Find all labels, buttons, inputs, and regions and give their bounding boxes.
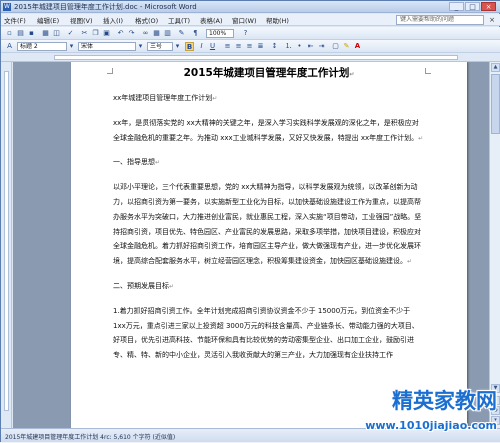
paragraph: xx年，是贯彻落实党的 xx大精神的关键之年，是深入学习实践科学发展观的深化之年…	[113, 116, 425, 147]
show-hide-icon[interactable]: ¶	[191, 29, 200, 38]
heading-text: 二、预期发展目标	[113, 281, 169, 290]
document-title-text: 2015年城建项目管理年度工作计划	[183, 67, 350, 79]
help-search-input[interactable]: 键入需要帮助的问题	[396, 15, 484, 25]
word-app-icon: W	[3, 3, 11, 11]
table-icon[interactable]: ▦	[152, 29, 161, 38]
vertical-scrollbar[interactable]: ▲ ▼ ▴ ● ▾	[489, 62, 500, 428]
menu-window[interactable]: 窗口(W)	[232, 15, 257, 25]
new-document-icon[interactable]: ▫	[5, 29, 14, 38]
close-button[interactable]: ×	[481, 2, 496, 11]
paragraph-mark-icon: ↵	[407, 258, 413, 266]
bullets-icon[interactable]: •	[295, 42, 304, 51]
watermark-logo: 精英家教网 www.1010jiajiao.com	[359, 385, 500, 443]
paragraph-mark-icon: ↵	[212, 95, 218, 102]
menu-view[interactable]: 视图(V)	[70, 15, 93, 25]
border-icon[interactable]: ▢	[331, 42, 340, 51]
margin-mark-right	[425, 68, 431, 74]
status-text: 2015年城建项目管理年度工作计划 4rc: 5,610 个字符 (近似值)	[5, 434, 176, 441]
align-left-icon[interactable]: ≡	[223, 42, 232, 51]
italic-button[interactable]: I	[197, 42, 206, 51]
paragraph-text: 1.着力抓好招商引资工作。全年计划完成招商引资协议资金不少于 15000万元，到…	[113, 306, 419, 360]
paragraph-mark-icon: ↵	[418, 134, 424, 142]
underline-button[interactable]: U	[208, 42, 217, 51]
title-bar: W 2015年城建项目管理年度工作计划.doc - Microsoft Word…	[1, 1, 500, 13]
vertical-ruler[interactable]	[4, 71, 9, 411]
bold-button[interactable]: B	[185, 42, 194, 51]
align-center-icon[interactable]: ≡	[234, 42, 243, 51]
font-size-select[interactable]: 三号	[147, 42, 173, 51]
decrease-indent-icon[interactable]: ⇤	[306, 42, 315, 51]
document-content: 2015年城建项目管理年度工作计划↵ xx年城建项目管理年度工作计划↵ xx年，…	[113, 64, 425, 363]
menu-insert[interactable]: 插入(I)	[103, 15, 123, 25]
help-close-icon[interactable]: ×	[487, 15, 497, 25]
menu-format[interactable]: 格式(O)	[135, 15, 158, 25]
window-title: 2015年城建项目管理年度工作计划.doc - Microsoft Word	[14, 3, 197, 11]
maximize-button[interactable]: □	[465, 2, 480, 11]
paragraph-text: 以邓小平理论，三个代表重要思想，党的 xx大精神为指导，以科学发展观为统领，以改…	[113, 183, 422, 266]
print-icon[interactable]: ▦	[41, 29, 50, 38]
style-select[interactable]: 标题 2	[17, 42, 67, 51]
paragraph-text: xx年，是贯彻落实党的 xx大精神的关键之年，是深入学习实践科学发展观的深化之年…	[113, 118, 419, 142]
paragraph-text: xx年城建项目管理年度工作计划	[113, 94, 213, 102]
justify-icon[interactable]: ≣	[256, 42, 265, 51]
drawing-icon[interactable]: ✎	[177, 29, 186, 38]
line-spacing-icon[interactable]: ↕	[270, 42, 279, 51]
paragraph-mark-icon: ↵	[349, 71, 355, 78]
menu-help[interactable]: 帮助(H)	[266, 15, 289, 25]
section-heading: 一、指导思想↵	[113, 155, 425, 171]
save-icon[interactable]: ▪	[27, 29, 36, 38]
increase-indent-icon[interactable]: ⇥	[317, 42, 326, 51]
paste-icon[interactable]: ▣	[102, 29, 111, 38]
paragraph: 以邓小平理论，三个代表重要思想，党的 xx大精神为指导，以科学发展观为统领，以改…	[113, 180, 425, 270]
document-area: 2015年城建项目管理年度工作计划↵ xx年城建项目管理年度工作计划↵ xx年，…	[13, 62, 489, 428]
section-heading: 二、预期发展目标↵	[113, 279, 425, 295]
document-page[interactable]: 2015年城建项目管理年度工作计划↵ xx年城建项目管理年度工作计划↵ xx年，…	[71, 62, 467, 428]
zoom-select[interactable]: 100%	[206, 29, 234, 38]
cut-icon[interactable]: ✂	[80, 29, 89, 38]
print-preview-icon[interactable]: ◫	[52, 29, 61, 38]
font-dropdown-icon[interactable]: ▾	[136, 42, 145, 51]
menu-edit[interactable]: 编辑(E)	[37, 15, 59, 25]
redo-icon[interactable]: ↷	[127, 29, 136, 38]
font-select[interactable]: 宋体	[78, 42, 136, 51]
styles-icon[interactable]: A	[5, 42, 14, 51]
copy-icon[interactable]: ❐	[91, 29, 100, 38]
font-color-button[interactable]: A	[353, 42, 362, 51]
style-dropdown-icon[interactable]: ▾	[67, 42, 76, 51]
standard-toolbar: ▫ ▤ ▪ ▦ ◫ ✓ ✂ ❐ ▣ ↶ ↷ ∞ ▦ ▥ ✎ ¶ 100% ?	[1, 27, 500, 40]
menu-table[interactable]: 表格(A)	[200, 15, 223, 25]
spelling-icon[interactable]: ✓	[66, 29, 75, 38]
paragraph-mark-icon: ↵	[169, 282, 175, 290]
formatting-toolbar: A 标题 2 ▾ 宋体 ▾ 三号 ▾ B I U ≡ ≡ ≡ ≣ ↕ ⒈ • ⇤…	[1, 40, 500, 53]
menu-tools[interactable]: 工具(T)	[168, 15, 190, 25]
help-icon[interactable]: ?	[241, 29, 250, 38]
highlight-icon[interactable]: ✎	[342, 42, 351, 51]
paragraph: xx年城建项目管理年度工作计划↵	[113, 91, 425, 107]
open-folder-icon[interactable]: ▤	[16, 29, 25, 38]
watermark-url: www.1010jiajiao.com	[365, 419, 497, 432]
heading-text: 一、指导思想	[113, 158, 155, 167]
minimize-button[interactable]: _	[449, 2, 464, 11]
scroll-thumb[interactable]	[491, 74, 500, 134]
columns-icon[interactable]: ▥	[163, 29, 172, 38]
paragraph-mark-icon: ↵	[155, 159, 161, 167]
watermark-text: 精英家教网	[392, 389, 497, 413]
paragraph: 1.着力抓好招商引资工作。全年计划完成招商引资协议资金不少于 15000万元，到…	[113, 304, 425, 363]
numbering-icon[interactable]: ⒈	[284, 42, 293, 51]
document-title: 2015年城建项目管理年度工作计划↵	[113, 64, 425, 82]
horizontal-ruler[interactable]	[54, 55, 458, 60]
menu-file[interactable]: 文件(F)	[4, 15, 26, 25]
undo-icon[interactable]: ↶	[116, 29, 125, 38]
hyperlink-icon[interactable]: ∞	[141, 29, 150, 38]
size-dropdown-icon[interactable]: ▾	[173, 42, 182, 51]
align-right-icon[interactable]: ≡	[245, 42, 254, 51]
word-window: W 2015年城建项目管理年度工作计划.doc - Microsoft Word…	[0, 0, 500, 442]
scroll-up-icon[interactable]: ▲	[491, 63, 500, 72]
